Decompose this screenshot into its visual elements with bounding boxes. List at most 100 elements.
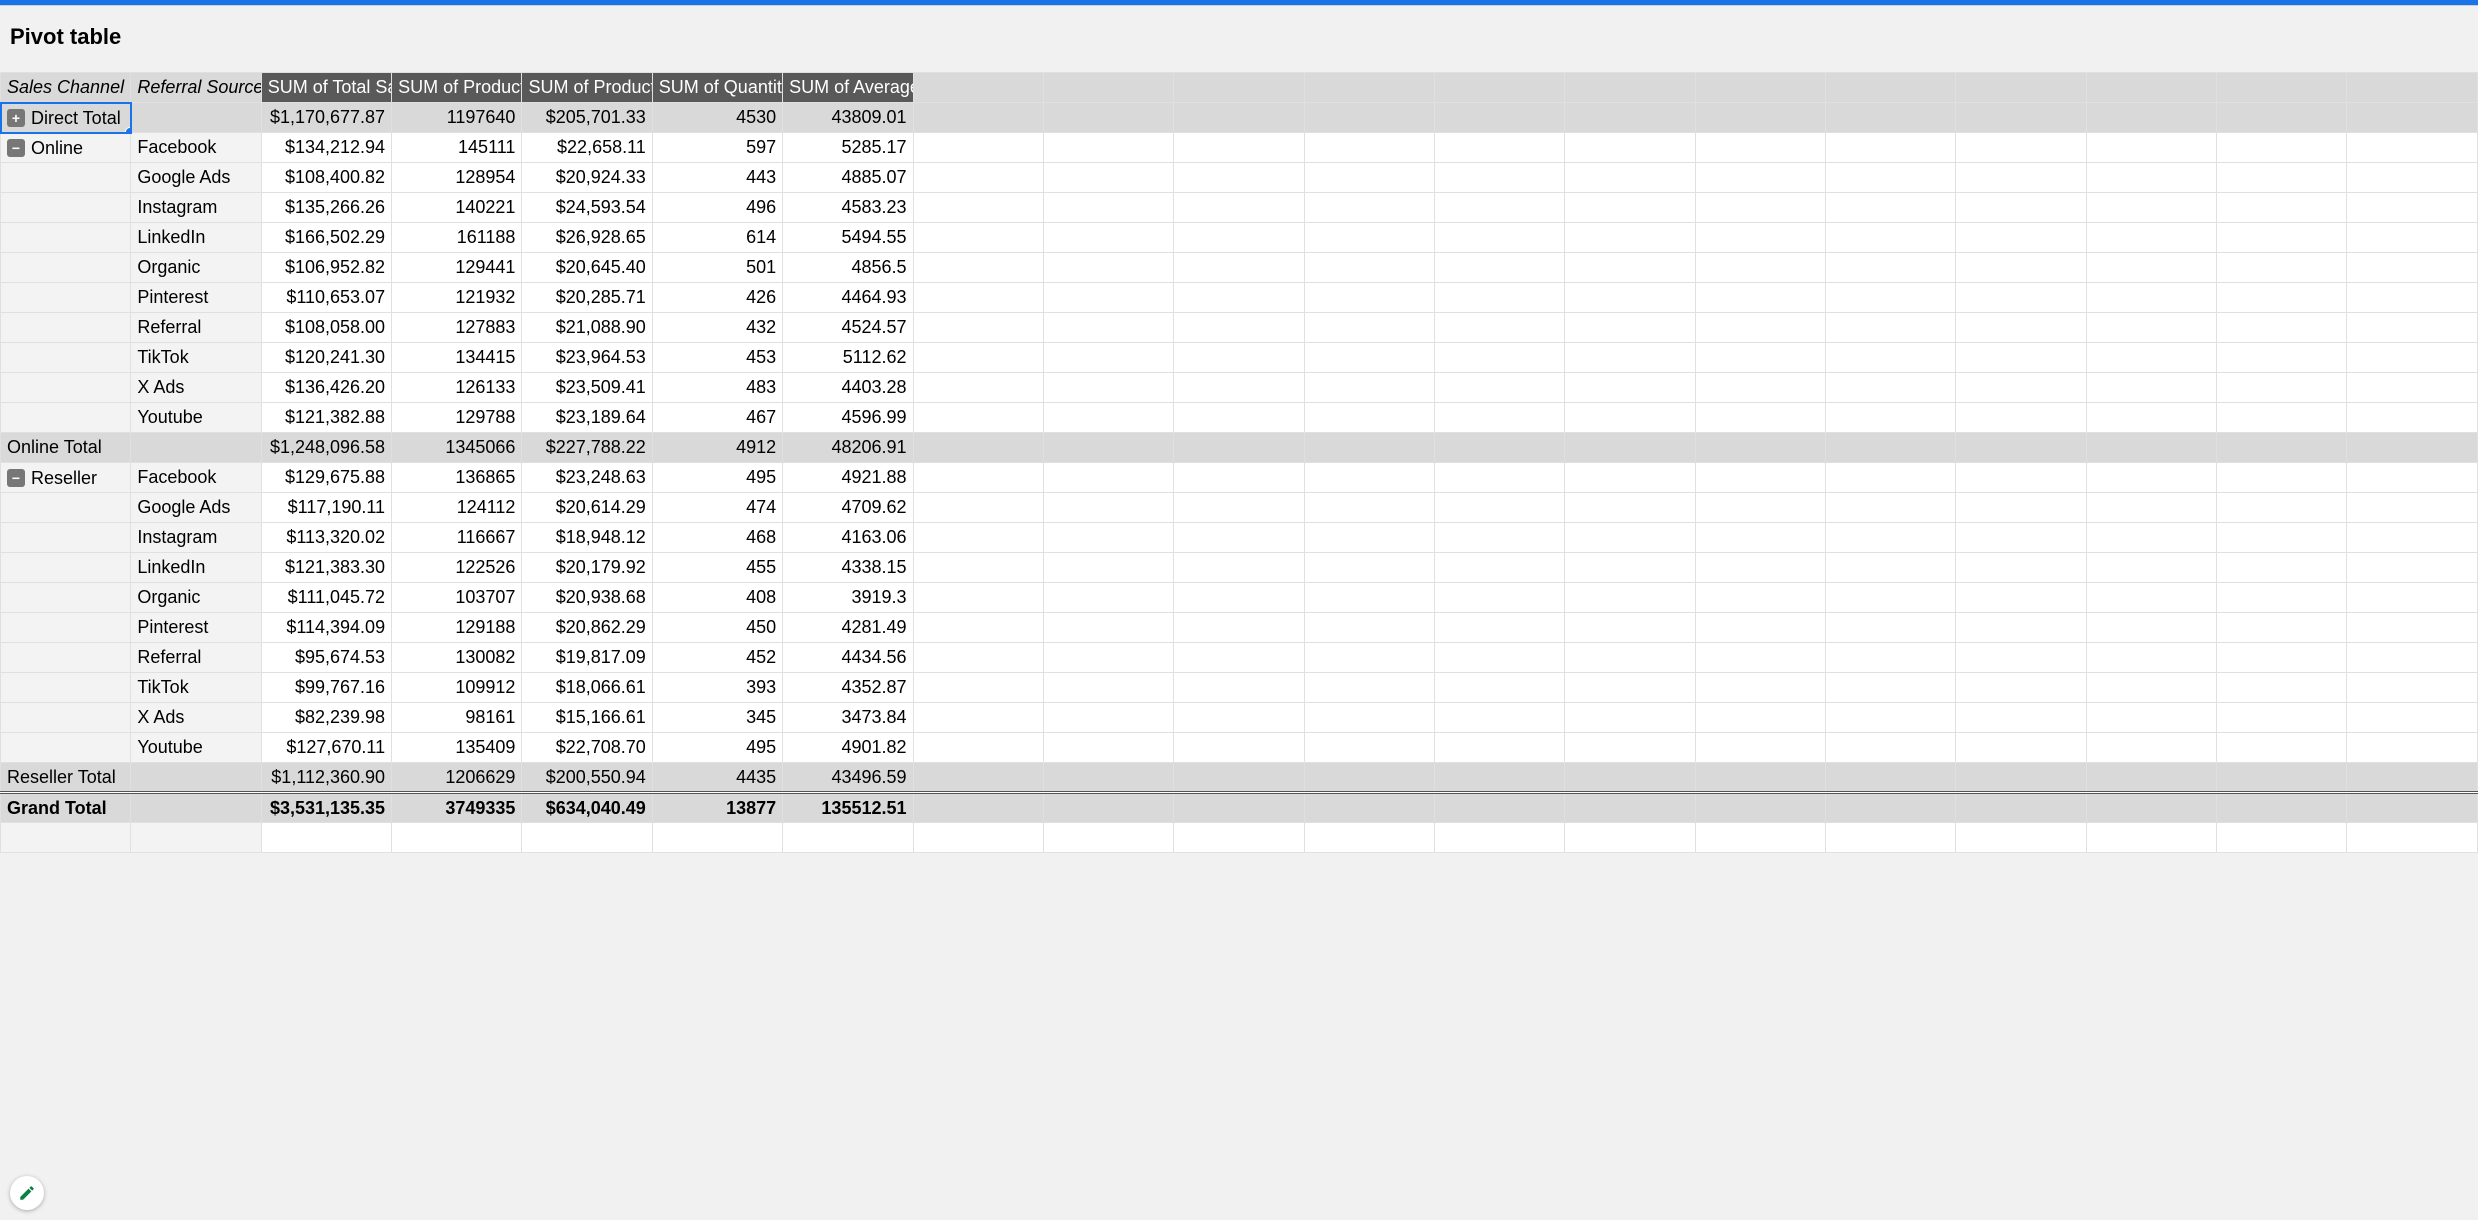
empty-cell[interactable] bbox=[652, 823, 782, 853]
empty-cell[interactable] bbox=[1956, 103, 2086, 133]
value-cell[interactable]: 474 bbox=[652, 493, 782, 523]
empty-cell[interactable] bbox=[913, 193, 1043, 223]
value-cell[interactable]: 468 bbox=[652, 523, 782, 553]
value-cell[interactable]: $22,658.11 bbox=[522, 133, 652, 163]
empty-cell[interactable] bbox=[2217, 553, 2347, 583]
value-cell[interactable]: 129788 bbox=[392, 403, 522, 433]
empty-cell[interactable] bbox=[2217, 643, 2347, 673]
value-cell[interactable]: 4709.62 bbox=[783, 493, 913, 523]
empty-cell[interactable] bbox=[2217, 613, 2347, 643]
empty-cell[interactable] bbox=[2086, 793, 2216, 823]
empty-cell[interactable] bbox=[1434, 373, 1564, 403]
empty-cell[interactable] bbox=[1956, 493, 2086, 523]
empty-cell[interactable] bbox=[2086, 73, 2216, 103]
empty-cell[interactable] bbox=[1434, 223, 1564, 253]
value-cell[interactable]: $21,088.90 bbox=[522, 313, 652, 343]
empty-cell[interactable] bbox=[1043, 223, 1173, 253]
empty-cell[interactable] bbox=[1956, 613, 2086, 643]
header-value[interactable]: SUM of Product bbox=[522, 73, 652, 103]
empty-cell[interactable] bbox=[2347, 193, 2478, 223]
referral-cell[interactable]: X Ads bbox=[131, 703, 261, 733]
empty-cell[interactable] bbox=[1695, 313, 1825, 343]
empty-cell[interactable] bbox=[2217, 793, 2347, 823]
empty-cell[interactable] bbox=[1174, 343, 1304, 373]
referral-cell[interactable]: TikTok bbox=[131, 343, 261, 373]
value-cell[interactable]: 129188 bbox=[392, 613, 522, 643]
channel-cell[interactable] bbox=[1, 583, 131, 613]
empty-cell[interactable] bbox=[1434, 73, 1564, 103]
value-cell[interactable]: $200,550.94 bbox=[522, 763, 652, 793]
empty-cell[interactable] bbox=[913, 73, 1043, 103]
empty-cell[interactable] bbox=[2347, 313, 2478, 343]
empty-cell[interactable] bbox=[1174, 793, 1304, 823]
channel-cell[interactable] bbox=[1, 703, 131, 733]
empty-cell[interactable] bbox=[1434, 133, 1564, 163]
empty-cell[interactable] bbox=[1043, 373, 1173, 403]
empty-cell[interactable] bbox=[1826, 733, 1956, 763]
value-cell[interactable]: $82,239.98 bbox=[261, 703, 391, 733]
channel-cell[interactable]: +Direct Total bbox=[1, 103, 131, 133]
value-cell[interactable]: 161188 bbox=[392, 223, 522, 253]
empty-cell[interactable] bbox=[913, 703, 1043, 733]
empty-cell[interactable] bbox=[1565, 373, 1695, 403]
empty-cell[interactable] bbox=[1565, 253, 1695, 283]
empty-cell[interactable] bbox=[1956, 163, 2086, 193]
value-cell[interactable]: $26,928.65 bbox=[522, 223, 652, 253]
empty-cell[interactable] bbox=[2086, 343, 2216, 373]
empty-cell[interactable] bbox=[1826, 463, 1956, 493]
value-cell[interactable]: $23,248.63 bbox=[522, 463, 652, 493]
empty-cell[interactable] bbox=[2086, 493, 2216, 523]
empty-cell[interactable] bbox=[913, 103, 1043, 133]
empty-cell[interactable] bbox=[1695, 463, 1825, 493]
empty-cell[interactable] bbox=[2217, 463, 2347, 493]
value-cell[interactable]: $108,058.00 bbox=[261, 313, 391, 343]
empty-cell[interactable] bbox=[2086, 223, 2216, 253]
value-cell[interactable]: 5112.62 bbox=[783, 343, 913, 373]
value-cell[interactable]: 4885.07 bbox=[783, 163, 913, 193]
empty-cell[interactable] bbox=[1174, 283, 1304, 313]
referral-cell[interactable]: Google Ads bbox=[131, 163, 261, 193]
empty-cell[interactable] bbox=[1434, 823, 1564, 853]
value-cell[interactable]: $114,394.09 bbox=[261, 613, 391, 643]
empty-cell[interactable] bbox=[1956, 463, 2086, 493]
channel-cell[interactable] bbox=[1, 373, 131, 403]
empty-cell[interactable] bbox=[1565, 703, 1695, 733]
empty-cell[interactable] bbox=[2086, 193, 2216, 223]
empty-cell[interactable] bbox=[1174, 163, 1304, 193]
empty-cell[interactable] bbox=[1956, 133, 2086, 163]
value-cell[interactable]: 103707 bbox=[392, 583, 522, 613]
value-cell[interactable]: 130082 bbox=[392, 643, 522, 673]
empty-cell[interactable] bbox=[2217, 673, 2347, 703]
value-cell[interactable]: 121932 bbox=[392, 283, 522, 313]
referral-cell[interactable]: Organic bbox=[131, 253, 261, 283]
value-cell[interactable]: 124112 bbox=[392, 493, 522, 523]
empty-cell[interactable] bbox=[1043, 523, 1173, 553]
empty-cell[interactable] bbox=[2086, 703, 2216, 733]
empty-cell[interactable] bbox=[1043, 103, 1173, 133]
empty-cell[interactable] bbox=[2086, 283, 2216, 313]
collapse-toggle[interactable]: − bbox=[7, 469, 25, 487]
referral-cell[interactable] bbox=[131, 763, 261, 793]
expand-toggle[interactable]: + bbox=[7, 109, 25, 127]
empty-cell[interactable] bbox=[913, 673, 1043, 703]
empty-cell[interactable] bbox=[1304, 763, 1434, 793]
empty-cell[interactable] bbox=[1565, 403, 1695, 433]
empty-cell[interactable] bbox=[913, 283, 1043, 313]
empty-cell[interactable] bbox=[1174, 703, 1304, 733]
channel-cell[interactable] bbox=[1, 283, 131, 313]
empty-cell[interactable] bbox=[1826, 163, 1956, 193]
empty-cell[interactable] bbox=[1304, 643, 1434, 673]
empty-cell[interactable] bbox=[2347, 673, 2478, 703]
empty-cell[interactable] bbox=[1956, 823, 2086, 853]
empty-cell[interactable] bbox=[2217, 493, 2347, 523]
empty-cell[interactable] bbox=[1434, 253, 1564, 283]
empty-cell[interactable] bbox=[1304, 223, 1434, 253]
empty-cell[interactable] bbox=[1956, 253, 2086, 283]
empty-cell[interactable] bbox=[1174, 253, 1304, 283]
value-cell[interactable]: 116667 bbox=[392, 523, 522, 553]
value-cell[interactable]: 1206629 bbox=[392, 763, 522, 793]
empty-cell[interactable] bbox=[1043, 133, 1173, 163]
referral-cell[interactable] bbox=[131, 793, 261, 823]
empty-cell[interactable] bbox=[2217, 373, 2347, 403]
empty-cell[interactable] bbox=[1304, 493, 1434, 523]
